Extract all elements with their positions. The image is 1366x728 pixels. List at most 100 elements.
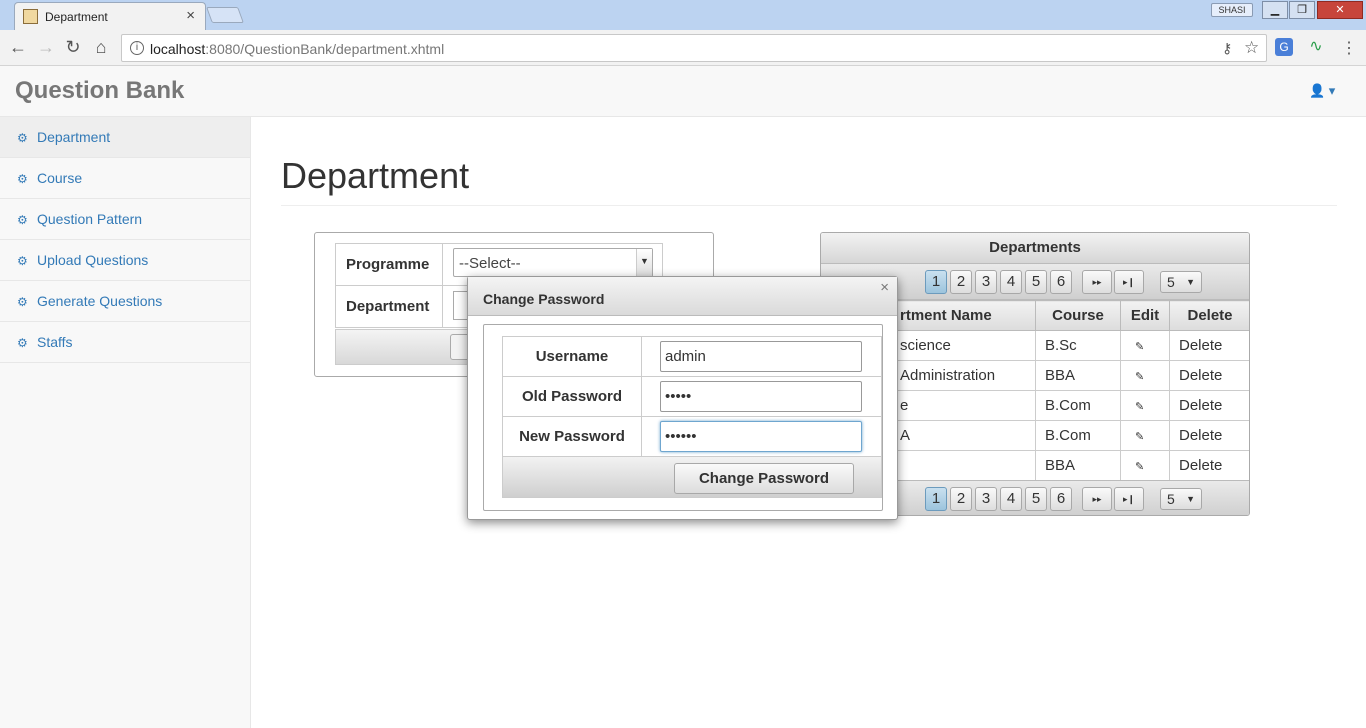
course-cell: B.Com [1035,420,1121,451]
maximize-icon[interactable]: ❐ [1289,1,1315,19]
page-button[interactable]: 3 [975,270,997,294]
pencil-icon[interactable]: ✎ [1135,341,1144,353]
url-host: localhost [150,41,206,57]
old-password-label: Old Password [502,376,642,417]
reload-icon[interactable]: ↻ [63,37,83,58]
column-header[interactable]: Course [1035,300,1121,331]
course-cell: BBA [1035,360,1121,391]
info-icon[interactable]: i [130,41,144,55]
minimize-icon[interactable]: ▁ [1262,1,1288,19]
page-button[interactable]: 3 [975,487,997,511]
address-bar[interactable]: i localhost:8080/QuestionBank/department… [121,34,1267,62]
sidebar-item-upload-questions[interactable]: ⚙ Upload Questions [0,240,250,281]
dialog-body: Username Old Password New Password Chang… [483,324,883,511]
rows-per-page-value: 5 [1167,274,1175,290]
delete-link[interactable]: Delete [1169,450,1249,481]
page-button[interactable]: 6 [1050,270,1072,294]
page-button[interactable]: 1 [925,487,947,511]
rows-per-page-value: 5 [1167,491,1175,507]
delete-link[interactable]: Delete [1169,390,1249,421]
browser-toolbar: ← → ↻ ⌂ i localhost:8080/QuestionBank/de… [0,30,1366,66]
url-path: :8080/QuestionBank/department.xhtml [205,41,445,57]
username-field[interactable] [660,341,862,372]
profile-badge[interactable]: SHASI [1211,3,1253,17]
change-password-dialog: Change Password × Username Old Password … [467,276,898,520]
chevron-down-icon[interactable]: ▼ [636,249,652,276]
edit-icon[interactable]: ✎ [1120,420,1170,451]
tab-close-icon[interactable]: × [186,7,195,24]
tab-title: Department [45,10,108,24]
sidebar-item-label: Upload Questions [37,252,149,268]
password-form-grid: Username Old Password New Password [502,336,882,457]
sidebar-item-label: Generate Questions [37,293,163,309]
page-button[interactable]: 5 [1025,270,1047,294]
dashboard-icon: ⚙ [17,131,28,145]
sidebar-item-course[interactable]: ⚙ Course [0,158,250,199]
page-button[interactable]: 1 [925,270,947,294]
next-page-icon[interactable]: ▸▸ [1082,270,1112,294]
old-password-field[interactable] [660,381,862,412]
column-header: Delete [1169,300,1249,331]
edit-icon[interactable]: ✎ [1120,330,1170,361]
next-page-icon[interactable]: ▸▸ [1082,487,1112,511]
sidebar-item-generate-questions[interactable]: ⚙ Generate Questions [0,281,250,322]
user-menu-icon[interactable]: 👤 ▾ [1309,83,1335,99]
edit-icon[interactable]: ✎ [1120,360,1170,391]
programme-label: Programme [335,243,443,286]
edit-icon[interactable]: ✎ [1120,390,1170,421]
translate-icon[interactable]: G [1275,38,1293,56]
sidebar-item-department[interactable]: ⚙ Department [0,117,250,158]
page-button[interactable]: 5 [1025,487,1047,511]
pencil-icon[interactable]: ✎ [1135,371,1144,383]
browser-tab[interactable]: Department × [14,2,206,30]
chevron-down-icon: ▼ [1186,494,1195,504]
delete-link[interactable]: Delete [1169,360,1249,391]
pencil-icon[interactable]: ✎ [1135,401,1144,413]
programme-select-value: --Select-- [459,255,521,272]
extension-icon[interactable]: ∿ [1307,38,1325,56]
pencil-icon[interactable]: ✎ [1135,461,1144,473]
dialog-title: Change Password [468,277,897,316]
dialog-footer: Change Password [502,456,882,498]
last-page-icon[interactable]: ▸❙ [1114,487,1144,511]
dashboard-icon: ⚙ [17,213,28,227]
dashboard-icon: ⚙ [17,336,28,350]
browser-tab-bar: Department × SHASI ▁ ❐ ✕ [0,0,1366,30]
forward-icon[interactable]: → [36,37,56,58]
page-button[interactable]: 2 [950,270,972,294]
sidebar-item-staffs[interactable]: ⚙ Staffs [0,322,250,363]
sidebar-item-question-pattern[interactable]: ⚙ Question Pattern [0,199,250,240]
back-icon[interactable]: ← [8,37,28,58]
department-label: Department [335,285,443,328]
brand-title[interactable]: Question Bank [15,77,184,105]
home-icon[interactable]: ⌂ [91,37,111,58]
rows-per-page-select[interactable]: 5 ▼ [1160,488,1202,510]
page-button[interactable]: 6 [1050,487,1072,511]
new-password-field[interactable] [660,421,862,452]
page-button[interactable]: 2 [950,487,972,511]
delete-link[interactable]: Delete [1169,420,1249,451]
rows-per-page-select[interactable]: 5 ▼ [1160,271,1202,293]
username-label: Username [502,336,642,377]
page-button[interactable]: 4 [1000,270,1022,294]
dashboard-icon: ⚙ [17,254,28,268]
page-button[interactable]: 4 [1000,487,1022,511]
app-navbar: Question Bank 👤 ▾ [0,66,1366,117]
new-tab-button[interactable] [206,7,244,23]
favicon-icon [23,9,38,24]
last-page-icon[interactable]: ▸❙ [1114,270,1144,294]
programme-select[interactable]: --Select-- ▼ [453,248,653,277]
edit-icon[interactable]: ✎ [1120,450,1170,481]
pencil-icon[interactable]: ✎ [1135,431,1144,443]
sidebar-item-label: Question Pattern [37,211,143,227]
chevron-down-icon: ▼ [1186,277,1195,287]
delete-link[interactable]: Delete [1169,330,1249,361]
sidebar-item-label: Staffs [37,334,73,350]
change-password-button[interactable]: Change Password [674,463,854,494]
close-icon[interactable]: × [880,279,889,296]
browser-menu-icon[interactable]: ⋮ [1339,38,1359,58]
bookmark-star-icon[interactable]: ☆ [1244,38,1259,58]
url-text[interactable]: localhost:8080/QuestionBank/department.x… [150,41,444,57]
key-icon[interactable]: ⚷ [1222,40,1232,57]
window-close-icon[interactable]: ✕ [1317,1,1363,19]
